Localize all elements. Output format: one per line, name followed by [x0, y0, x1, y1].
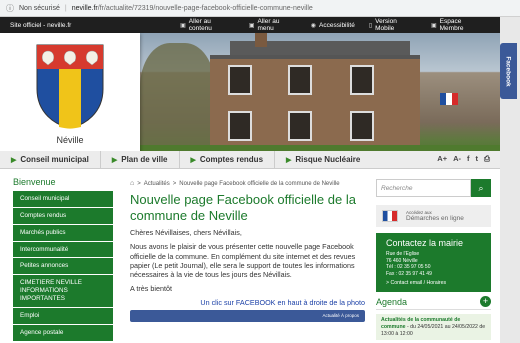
search-input[interactable]: Recherche: [376, 179, 471, 197]
accessibility-link[interactable]: ◉ Accessibilité: [311, 22, 355, 29]
facebook-tab-label: Facebook: [505, 55, 512, 87]
facebook-link[interactable]: Un clic sur FACEBOOK en haut à droite de…: [130, 298, 365, 307]
french-flag: [440, 93, 458, 105]
breadcrumb-sep: >: [137, 180, 141, 187]
site-label: Site officiel - neville.fr: [10, 21, 72, 29]
breadcrumb-current: Nouvelle page Facebook officielle de la …: [179, 180, 340, 187]
breadcrumb-sep: >: [172, 180, 177, 187]
sidebar-item-comptes[interactable]: Comptes rendus: [13, 207, 113, 225]
nav-label: Comptes rendus: [199, 155, 264, 164]
sidebar-item-emploi[interactable]: Emploi: [13, 307, 113, 325]
sidebar: Bienvenue Conseil municipal Comptes rend…: [13, 177, 113, 342]
greeting: Chères Névillaises, chers Névillais,: [130, 228, 242, 238]
plus-icon[interactable]: +: [480, 296, 491, 307]
font-increase-button[interactable]: A+: [437, 154, 447, 164]
right-column: Recherche ⌕ Accédez aux Démarches en lig…: [376, 179, 491, 341]
tree: [140, 43, 215, 153]
chevron-right-icon: ▶: [190, 156, 196, 164]
window: [350, 111, 374, 141]
contact-heading: Contactez la mairie: [386, 238, 464, 248]
republique-francaise-logo: [382, 210, 398, 222]
demarches-label: Démarches en ligne: [406, 215, 464, 222]
search-box: Recherche ⌕: [376, 179, 491, 197]
page-title: Nouvelle page Facebook officielle de la …: [130, 192, 356, 223]
window: [350, 65, 374, 95]
link-label: Version Mobile: [375, 18, 397, 32]
chevron-right-icon: ▶: [11, 156, 17, 164]
contact-box: Contactez la mairie Rue de l'Eglise 76 4…: [376, 233, 491, 292]
twitter-share-icon[interactable]: t: [476, 154, 479, 164]
lock-icon: ▣: [430, 22, 437, 29]
nav-label: Plan de ville: [121, 155, 168, 164]
url-host: neville.fr: [71, 4, 98, 12]
skip-to-menu-link[interactable]: ▣ Aller au menu: [249, 18, 297, 32]
sidebar-item-annonces[interactable]: Petites annonces: [13, 258, 113, 276]
demarches-button[interactable]: Accédez aux Démarches en ligne: [376, 205, 491, 227]
town-logo[interactable]: Néville: [0, 33, 140, 159]
separator: |: [64, 4, 67, 12]
town-name: Néville: [56, 135, 84, 145]
window: [228, 111, 252, 141]
article-body: Nous avons le plaisir de vous présenter …: [130, 242, 356, 280]
home-icon[interactable]: ⌂: [130, 180, 134, 187]
menu-icon: ▣: [248, 22, 255, 29]
link-label: Espace Membre: [439, 18, 464, 32]
agenda-item[interactable]: Actualités de la communauté de commune -…: [376, 314, 491, 341]
agenda-heading: Agenda: [376, 296, 408, 307]
facebook-share-icon[interactable]: f: [467, 154, 470, 164]
link-label: Accessibilité: [319, 21, 355, 29]
search-icon: ⌕: [478, 182, 484, 193]
closing: A très bientôt: [130, 284, 172, 294]
print-icon[interactable]: ⎙: [484, 154, 490, 164]
url-path: /fr/actualite/72319/nouvelle-page-facebo…: [97, 4, 313, 12]
sidebar-item-intercommunalite[interactable]: Intercommunalité: [13, 241, 113, 259]
member-area-link[interactable]: ▣ Espace Membre: [431, 18, 486, 32]
facebook-page-image[interactable]: Actualité À propos: [130, 309, 365, 322]
browser-address-bar[interactable]: ⓘ Non sécurisé | neville.fr/fr/actualite…: [0, 0, 520, 17]
chevron-right-icon: ▶: [286, 156, 292, 164]
contact-link-label: Contact email / Horaires: [390, 280, 447, 286]
mobile-version-link[interactable]: ▯ Version Mobile: [369, 18, 417, 32]
top-strip: Site officiel - neville.fr ▣ Aller au con…: [0, 17, 500, 33]
window: [228, 65, 252, 95]
arrow-right-icon: ▣: [180, 22, 186, 29]
nav-item-conseil[interactable]: ▶ Conseil municipal: [0, 150, 101, 169]
font-decrease-button[interactable]: A-: [453, 154, 461, 164]
nav-label: Conseil municipal: [20, 155, 89, 164]
window: [288, 111, 312, 141]
chimney: [255, 33, 267, 47]
contact-line: Fax : 02 35 97 41 49: [386, 270, 432, 277]
sidebar-item-agence[interactable]: Agence postale: [13, 324, 113, 342]
agenda-header: Agenda +: [376, 296, 491, 310]
article: ⌂ > Actualités > Nouvelle page Facebook …: [130, 180, 365, 322]
skip-to-content-link[interactable]: ▣ Aller au contenu: [180, 18, 235, 32]
warning-icon: ⓘ: [6, 3, 14, 13]
nav-item-risque[interactable]: ▶ Risque Nucléaire: [275, 151, 371, 169]
eye-icon: ◉: [310, 22, 317, 29]
breadcrumb: ⌂ > Actualités > Nouvelle page Facebook …: [130, 180, 365, 187]
security-label: Non sécurisé: [19, 4, 60, 12]
page-tools: A+ A- f t ⎙: [437, 154, 490, 164]
facebook-strip-text: Actualité À propos: [322, 313, 359, 318]
facebook-tab[interactable]: Facebook: [500, 43, 517, 99]
web-page: Site officiel - neville.fr ▣ Aller au con…: [0, 17, 500, 343]
sidebar-item-conseil[interactable]: Conseil municipal: [13, 191, 113, 208]
nav-item-comptes[interactable]: ▶ Comptes rendus: [180, 150, 276, 169]
chevron-right-icon: ▶: [111, 156, 118, 164]
nav-label: Risque Nucléaire: [295, 155, 361, 164]
town-hall-building: [210, 55, 420, 150]
mobile-icon: ▯: [368, 22, 373, 29]
link-label: Aller au menu: [257, 18, 280, 32]
link-label: Aller au contenu: [188, 18, 212, 32]
search-button[interactable]: ⌕: [471, 179, 491, 197]
window: [288, 65, 312, 95]
main-navigation: ▶ Conseil municipal ▶ Plan de ville ▶ Compt…: [0, 150, 500, 169]
breadcrumb-actualites[interactable]: Actualités: [144, 181, 170, 187]
nav-item-plan[interactable]: ▶ Plan de ville: [101, 150, 180, 169]
sidebar-item-cimetiere[interactable]: CIMETIERE NEVILLE INFORMATIONS IMPORTANT…: [13, 275, 113, 308]
sidebar-heading: Bienvenue: [13, 177, 56, 187]
coat-of-arms-icon: [36, 44, 104, 129]
sidebar-item-marches[interactable]: Marchés publics: [13, 224, 113, 242]
contact-link[interactable]: > Contact email / Horaires: [386, 280, 481, 286]
